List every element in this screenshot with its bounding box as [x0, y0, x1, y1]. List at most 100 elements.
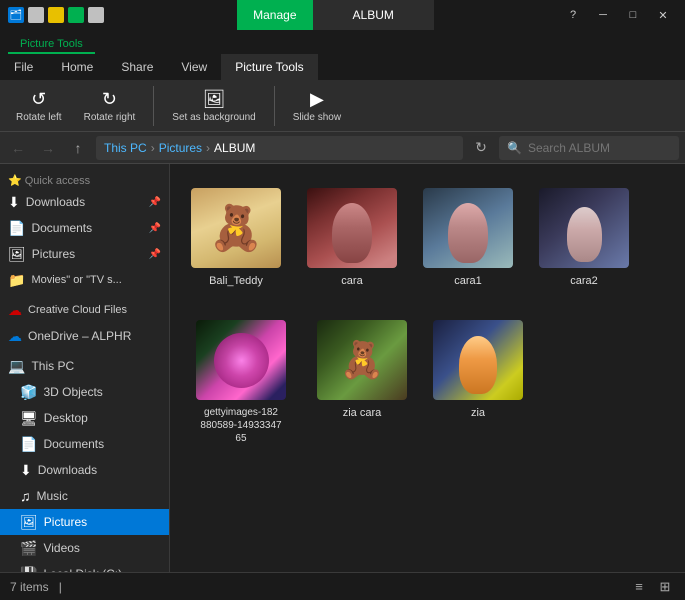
thumb-zia: [433, 320, 523, 400]
sidebar-item-desktop[interactable]: 🖥 Desktop: [0, 405, 169, 431]
ribbon-content: ↺ Rotate left ↻ Rotate right 🖼 Set as ba…: [0, 80, 685, 132]
breadcrumb-thispc[interactable]: This PC: [104, 141, 147, 155]
quick-access-label: ⭐ Quick access: [0, 168, 169, 189]
up-button[interactable]: ↑: [66, 136, 90, 160]
videos-icon: 🎬: [20, 540, 37, 557]
back-button[interactable]: ←: [6, 136, 30, 160]
tab-share[interactable]: Share: [107, 54, 167, 80]
background-label: Set as background: [172, 112, 255, 123]
system-icon-3: [48, 7, 64, 23]
cara1-silhouette: [448, 203, 488, 263]
sidebar-3d-objects-label: 3D Objects: [43, 385, 161, 399]
address-bar: ← → ↑ This PC › Pictures › ALBUM ↻ 🔍: [0, 132, 685, 164]
file-name-bali-teddy: Bali_Teddy: [209, 274, 263, 288]
pin-icon: 📌: [149, 197, 161, 208]
sidebar-item-documents-pc[interactable]: 📄 Documents: [0, 431, 169, 457]
picture-tools-label: Picture Tools: [8, 36, 95, 54]
documents-pc-icon: 📄: [20, 436, 37, 453]
file-item-cara1[interactable]: cara1: [418, 180, 518, 296]
sidebar-downloads-pc-label: Downloads: [38, 463, 161, 477]
downloads-icon: ⬇: [8, 194, 20, 211]
maximize-button[interactable]: □: [619, 5, 647, 25]
thumb-cara2: [539, 188, 629, 268]
breadcrumb-sep-2: ›: [206, 141, 210, 155]
rotate-left-icon: ↺: [31, 89, 46, 110]
file-item-gettyimages[interactable]: gettyimages-182880589-1493334765: [186, 312, 296, 453]
file-item-bali-teddy[interactable]: 🧸 Bali_Teddy: [186, 180, 286, 296]
main-area: ⭐ Quick access ⬇ Downloads 📌 📄 Documents…: [0, 164, 685, 572]
slideshow-icon: ▶: [310, 89, 324, 110]
breadcrumb-sep-1: ›: [151, 141, 155, 155]
ribbon-tabs: File Home Share View Picture Tools: [0, 54, 685, 80]
onedrive-icon: ☁: [8, 328, 22, 345]
pictures-qa-icon: 🖼: [8, 246, 26, 263]
documents-icon: 📄: [8, 220, 25, 237]
sidebar-item-this-pc[interactable]: 💻 This PC: [0, 353, 169, 379]
tab-view[interactable]: View: [167, 54, 221, 80]
tab-file[interactable]: File: [0, 54, 47, 80]
sidebar-item-documents-qa[interactable]: 📄 Documents 📌: [0, 215, 169, 241]
help-button[interactable]: ?: [559, 5, 587, 25]
sidebar-item-videos[interactable]: 🎬 Videos: [0, 535, 169, 561]
local-disk-c-icon: 💾: [20, 566, 37, 573]
file-item-cara[interactable]: cara: [302, 180, 402, 296]
title-bar-system-icons: 🗂: [8, 7, 104, 23]
zia-silhouette: [459, 336, 497, 394]
tab-picture-tools[interactable]: Picture Tools: [221, 54, 317, 80]
tab-home[interactable]: Home: [47, 54, 107, 80]
item-count: 7 items: [10, 580, 49, 594]
sidebar-documents-label: Documents: [31, 221, 142, 235]
thumb-cara: [307, 188, 397, 268]
file-name-zia: zia: [471, 406, 485, 420]
close-button[interactable]: ✕: [649, 5, 677, 25]
file-name-gettyimages: gettyimages-182880589-1493334765: [200, 406, 281, 445]
sidebar-item-downloads-qa[interactable]: ⬇ Downloads 📌: [0, 189, 169, 215]
sidebar-item-movies[interactable]: 📁 Movies" or "TV s...: [0, 267, 169, 293]
this-pc-icon: 💻: [8, 358, 25, 375]
sidebar-item-onedrive[interactable]: ☁ OneDrive – ALPHR: [0, 323, 169, 349]
ribbon-rotate-right[interactable]: ↻ Rotate right: [76, 85, 144, 127]
sidebar-desktop-label: Desktop: [44, 411, 161, 425]
file-item-zia-cara[interactable]: 🧸 zia cara: [312, 312, 412, 453]
search-input[interactable]: [528, 141, 648, 155]
sidebar-music-label: Music: [37, 489, 162, 503]
file-grid: 🧸 Bali_Teddy cara cara1: [186, 180, 669, 453]
file-name-cara1: cara1: [454, 274, 482, 288]
sidebar-item-music[interactable]: ♫ Music: [0, 483, 169, 509]
sidebar: ⭐ Quick access ⬇ Downloads 📌 📄 Documents…: [0, 164, 170, 572]
sidebar-item-local-disk-c[interactable]: 💾 Local Disk (C:): [0, 561, 169, 572]
thumb-bali-teddy: 🧸: [191, 188, 281, 268]
refresh-button[interactable]: ↻: [469, 136, 493, 160]
breadcrumb[interactable]: This PC › Pictures › ALBUM: [96, 136, 463, 160]
minimize-button[interactable]: ─: [589, 5, 617, 25]
ribbon-set-as-background[interactable]: 🖼 Set as background: [164, 85, 263, 127]
downloads-pc-icon: ⬇: [20, 462, 32, 479]
breadcrumb-pictures[interactable]: Pictures: [159, 141, 202, 155]
movies-icon: 📁: [8, 272, 25, 289]
sidebar-videos-label: Videos: [43, 541, 161, 555]
rotate-left-label: Rotate left: [16, 112, 62, 123]
ribbon-slideshow[interactable]: ▶ Slide show: [285, 85, 349, 127]
file-content-area: 🧸 Bali_Teddy cara cara1: [170, 164, 685, 572]
file-item-cara2[interactable]: cara2: [534, 180, 634, 296]
search-box[interactable]: 🔍: [499, 136, 679, 160]
sidebar-item-downloads-pc[interactable]: ⬇ Downloads: [0, 457, 169, 483]
title-bar: 🗂 Manage ALBUM ? ─ □ ✕: [0, 0, 685, 30]
ribbon-rotate-left[interactable]: ↺ Rotate left: [8, 85, 70, 127]
sidebar-item-pictures-qa[interactable]: 🖼 Pictures 📌: [0, 241, 169, 267]
file-name-zia-cara: zia cara: [343, 406, 382, 420]
sidebar-item-creative-cloud[interactable]: ☁ Creative Cloud Files: [0, 297, 169, 323]
sidebar-movies-label: Movies" or "TV s...: [31, 274, 161, 286]
rotate-right-icon: ↻: [102, 89, 117, 110]
system-icon-2: [28, 7, 44, 23]
manage-tab-title[interactable]: Manage: [237, 0, 312, 30]
thumb-zia-cara: 🧸: [317, 320, 407, 400]
forward-button[interactable]: →: [36, 136, 60, 160]
sidebar-item-3d-objects[interactable]: 🧊 3D Objects: [0, 379, 169, 405]
desktop-icon: 🖥: [20, 410, 38, 427]
music-icon: ♫: [20, 488, 31, 504]
breadcrumb-album: ALBUM: [214, 141, 255, 155]
sidebar-documents-pc-label: Documents: [43, 437, 161, 451]
file-item-zia[interactable]: zia: [428, 312, 528, 453]
sidebar-item-pictures-pc[interactable]: 🖼 Pictures: [0, 509, 169, 535]
